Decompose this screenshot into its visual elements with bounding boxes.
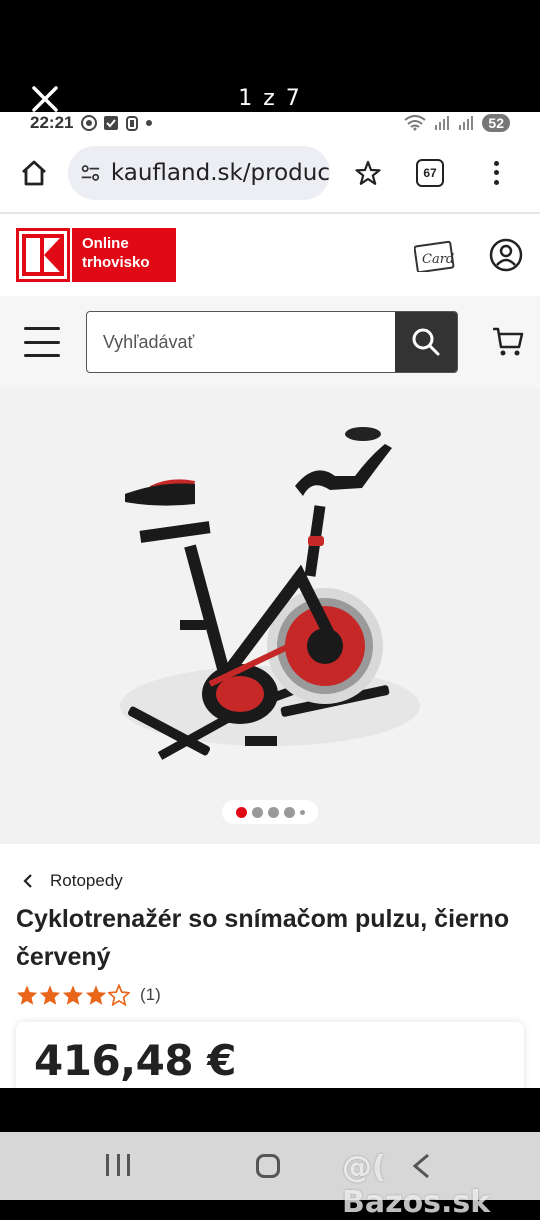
- logo-label-line2: trhovisko: [82, 254, 150, 271]
- search-row: [0, 296, 540, 388]
- image-viewer-bar: 1 z 7: [0, 0, 540, 112]
- notification-icon: [81, 115, 98, 131]
- cart-icon: [493, 327, 524, 356]
- search-button[interactable]: [395, 312, 458, 372]
- price-card: 416,48 €: [16, 1022, 524, 1088]
- url-text[interactable]: kaufland.sk/produc: [111, 160, 330, 186]
- more-notifications-icon: [146, 120, 153, 126]
- search-icon: [412, 328, 440, 356]
- product-rating[interactable]: (1): [16, 984, 524, 1006]
- phone-screen: 22:21 52 kaufland.sk/produc 67 Online tr…: [0, 112, 540, 1088]
- site-header: Online trhovisko Card: [0, 214, 540, 296]
- kaufland-logo[interactable]: [16, 228, 70, 282]
- exercise-bike-image[interactable]: [100, 426, 440, 796]
- bookmark-button[interactable]: [350, 155, 386, 191]
- status-bar: 22:21 52: [0, 112, 540, 134]
- logo-label[interactable]: Online trhovisko: [72, 228, 176, 282]
- product-info: Rotopedy Cyklotrenažér so snímačom pulzu…: [0, 864, 540, 1088]
- wifi-icon: [404, 115, 427, 131]
- rating-count[interactable]: (1): [140, 985, 161, 1005]
- watermark: @( Bazos.sk: [342, 1150, 491, 1220]
- recents-button[interactable]: [106, 1154, 130, 1176]
- product-price: 416,48 €: [34, 1036, 236, 1085]
- status-icons: [81, 115, 153, 131]
- hamburger-menu-icon[interactable]: [24, 327, 60, 357]
- home-nav-button[interactable]: [256, 1154, 280, 1178]
- gallery-dot[interactable]: [299, 809, 305, 815]
- search-input[interactable]: [86, 312, 396, 372]
- signal-icon-2: [459, 116, 474, 130]
- product-title: Cyklotrenažér so snímačom pulzu, čierno …: [16, 905, 510, 971]
- breadcrumb[interactable]: Rotopedy: [16, 864, 524, 898]
- breadcrumb-label[interactable]: Rotopedy: [50, 871, 123, 891]
- status-time: 22:21: [30, 113, 74, 132]
- account-button[interactable]: [488, 237, 524, 273]
- search-box: [85, 311, 459, 373]
- svg-text:Card: Card: [422, 252, 454, 267]
- image-counter: 1 z 7: [238, 86, 302, 111]
- gallery-dot[interactable]: [235, 806, 247, 818]
- gallery-dot[interactable]: [283, 806, 295, 818]
- browser-toolbar: kaufland.sk/produc 67: [0, 134, 540, 212]
- home-button[interactable]: [14, 153, 54, 193]
- star-empty-icon: [108, 984, 130, 1006]
- loyalty-card-button[interactable]: Card: [414, 237, 458, 273]
- rating-stars: [16, 984, 130, 1006]
- battery-saver-icon: [126, 116, 139, 131]
- signal-icon: [435, 116, 450, 130]
- star-icon: [355, 160, 381, 185]
- user-icon: [489, 238, 523, 272]
- cart-button[interactable]: [490, 324, 526, 360]
- battery-level: 52: [482, 114, 510, 132]
- check-icon: [104, 116, 119, 130]
- home-icon: [22, 160, 46, 186]
- url-bar[interactable]: kaufland.sk/produc: [68, 146, 330, 200]
- status-right: 52: [404, 114, 510, 132]
- star-filled-icon: [62, 985, 84, 1005]
- gallery-dot[interactable]: [267, 806, 279, 818]
- star-filled-icon: [16, 985, 38, 1005]
- gallery-dot[interactable]: [251, 806, 263, 818]
- card-icon: Card: [414, 240, 455, 272]
- site-settings-icon[interactable]: [80, 161, 101, 185]
- product-gallery[interactable]: [0, 388, 540, 844]
- star-filled-icon: [85, 985, 107, 1005]
- logo-label-line1: Online: [82, 235, 129, 252]
- chevron-left-icon: [23, 874, 32, 888]
- star-filled-icon: [39, 985, 61, 1005]
- tabs-button[interactable]: 67: [416, 159, 444, 187]
- kaufland-logo-icon: [22, 234, 64, 276]
- gallery-pagination: [222, 800, 318, 824]
- more-menu-button[interactable]: [486, 155, 506, 191]
